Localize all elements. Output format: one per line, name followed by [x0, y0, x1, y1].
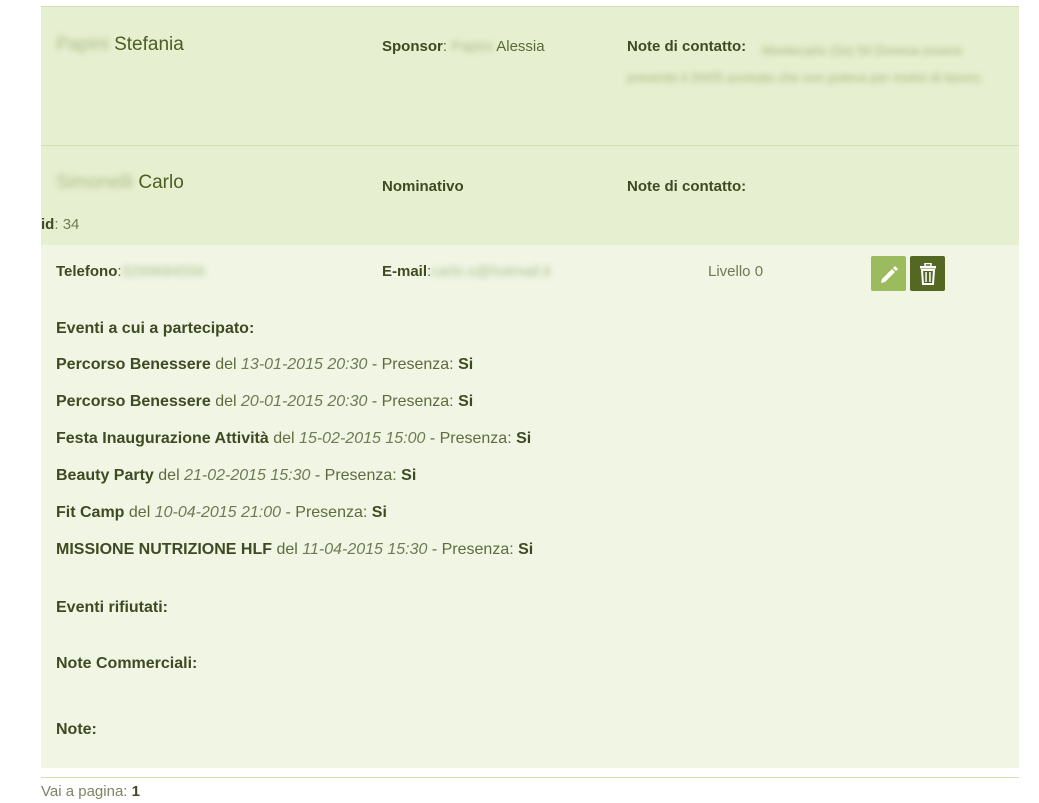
- event-presence-value: Si: [371, 504, 387, 521]
- event-item: Festa Inaugurazione Attività del 15-02-2…: [56, 430, 531, 448]
- events-refused-title: Eventi rifiutati:: [56, 599, 169, 616]
- event-name: Beauty Party: [56, 467, 154, 484]
- phone-label: Telefono: [56, 263, 118, 280]
- event-date: 10-04-2015 21:00: [154, 504, 282, 521]
- event-date: 21-02-2015 15:30: [184, 467, 311, 484]
- pager-label: Vai a pagina:: [41, 783, 128, 800]
- notes-title: Note:: [56, 721, 97, 738]
- events-attended-title: Eventi a cui a partecipato:: [56, 320, 255, 337]
- pencil-icon: [880, 265, 898, 283]
- event-presence-value: Si: [518, 541, 534, 558]
- phone-field: Telefono:3299684556: [56, 263, 205, 280]
- event-name: Festa Inaugurazione Attività: [56, 430, 269, 447]
- record-id: id: 34: [41, 216, 80, 233]
- email-value-blurred: carlo.s@hotmail.it: [431, 263, 551, 280]
- event-presence-value: Si: [458, 356, 474, 373]
- event-del-word: del: [276, 541, 298, 558]
- id-value: 34: [62, 216, 80, 233]
- contact-first-name: Stefania: [114, 34, 184, 55]
- contact-surname-blurred: Papini: [56, 34, 109, 55]
- notes-label-text: Note di contatto:: [627, 178, 747, 195]
- event-del-word: del: [215, 356, 237, 373]
- event-presence-label: - Presenza:: [285, 504, 368, 521]
- event-item: Percorso Benessere del 13-01-2015 20:30 …: [56, 356, 473, 374]
- event-date: 20-01-2015 20:30: [241, 393, 368, 410]
- event-name: Percorso Benessere: [56, 356, 211, 373]
- sponsor-surname-blurred: Papini: [451, 38, 493, 55]
- contact-surname-blurred: Simonelli: [56, 172, 134, 193]
- event-name: MISSIONE NUTRIZIONE HLF: [56, 541, 272, 558]
- event-presence-label: - Presenza:: [431, 541, 514, 558]
- email-field: E-mail:carlo.s@hotmail.it: [382, 263, 551, 280]
- event-del-word: del: [158, 467, 180, 484]
- contact-name: Papini Stefania: [56, 34, 184, 56]
- sponsor-first-name: Alessia: [496, 38, 545, 55]
- event-del-word: del: [215, 393, 237, 410]
- contact-name: Simonelli Carlo: [56, 172, 184, 194]
- event-item: Beauty Party del 21-02-2015 15:30 - Pres…: [56, 467, 416, 485]
- sponsor-field: Sponsor: Papini Alessia: [382, 38, 545, 55]
- contact-first-name: Carlo: [138, 172, 184, 193]
- contact-row-stefania[interactable]: Papini Stefania Sponsor: Papini Alessia …: [41, 6, 1019, 145]
- contact-type-label: Nominativo: [382, 178, 464, 195]
- event-name: Fit Camp: [56, 504, 125, 521]
- event-presence-label: - Presenza:: [371, 356, 454, 373]
- event-item: MISSIONE NUTRIZIONE HLF del 11-04-2015 1…: [56, 541, 533, 559]
- email-label: E-mail: [382, 263, 428, 280]
- contact-type: Nominativo: [382, 178, 464, 195]
- level-text: Livello 0: [708, 263, 764, 280]
- id-label: id: [41, 216, 55, 233]
- page-link-1[interactable]: 1: [132, 783, 140, 800]
- phone-value-blurred: 3299684556: [121, 263, 205, 280]
- event-presence-label: - Presenza:: [371, 393, 454, 410]
- commercial-notes-title: Note Commerciali:: [56, 655, 198, 672]
- edit-button[interactable]: [871, 256, 906, 291]
- contacts-list: Papini Stefania Sponsor: Papini Alessia …: [41, 0, 1019, 768]
- event-date: 15-02-2015 15:00: [299, 430, 426, 447]
- event-del-word: del: [128, 504, 151, 521]
- event-item: Percorso Benessere del 20-01-2015 20:30 …: [56, 393, 473, 411]
- contact-detail-panel: Telefono:3299684556 E-mail:carlo.s@hotma…: [41, 245, 1019, 768]
- event-item: Fit Camp del 10-04-2015 21:00 - Presenza…: [56, 504, 387, 522]
- event-name: Percorso Benessere: [56, 393, 211, 410]
- pagination: Vai a pagina: 1: [41, 783, 140, 800]
- sponsor-label: Sponsor: [382, 38, 443, 55]
- event-presence-value: Si: [516, 430, 532, 447]
- event-presence-label: - Presenza:: [314, 467, 397, 484]
- trash-icon: [919, 262, 936, 285]
- event-del-word: del: [273, 430, 295, 447]
- divider: [41, 777, 1019, 778]
- contact-row-carlo[interactable]: Simonelli Carlo Nominativo Note di conta…: [41, 145, 1019, 252]
- contact-notes-label: Note di contatto:: [627, 178, 746, 195]
- event-presence-label: - Presenza:: [429, 430, 512, 447]
- delete-button[interactable]: [910, 256, 945, 291]
- contact-notes-blurred: Montecarlo (Ss) 50 Dovesa essere present…: [627, 43, 984, 85]
- event-date: 11-04-2015 15:30: [302, 541, 428, 558]
- event-presence-value: Si: [401, 467, 417, 484]
- event-presence-value: Si: [458, 393, 474, 410]
- event-date: 13-01-2015 20:30: [241, 356, 368, 373]
